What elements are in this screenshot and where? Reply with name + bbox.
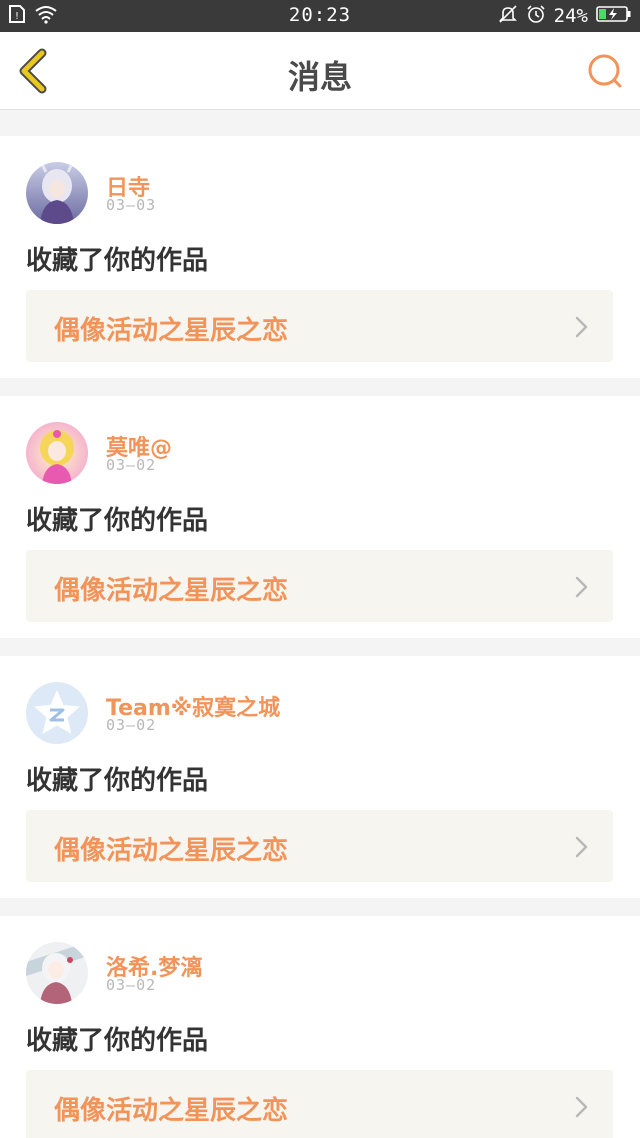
search-icon xyxy=(586,54,626,96)
work-link[interactable]: 偶像活动之星辰之恋 xyxy=(26,550,613,622)
message-action: 收藏了你的作品 xyxy=(26,506,209,536)
message-card: 莫唯@ 03—02 收藏了你的作品 偶像活动之星辰之恋 xyxy=(0,396,640,638)
message-action: 收藏了你的作品 xyxy=(26,246,209,276)
work-title: 偶像活动之星辰之恋 xyxy=(54,576,289,606)
work-title: 偶像活动之星辰之恋 xyxy=(54,1096,289,1126)
work-link[interactable]: 偶像活动之星辰之恋 xyxy=(26,1070,613,1138)
message-date: 03—02 xyxy=(106,976,157,994)
status-bar-right: 24% xyxy=(498,4,632,28)
page-title: 消息 xyxy=(287,58,352,96)
work-link[interactable]: 偶像活动之星辰之恋 xyxy=(26,810,613,882)
message-card: Team※寂寞之城 03—02 收藏了你的作品 偶像活动之星辰之恋 xyxy=(0,656,640,898)
message-list: 日寺 03—03 收藏了你的作品 偶像活动之星辰之恋 莫唯@ 03—02 收藏了… xyxy=(0,118,640,1138)
status-bar: ! 20:23 24% xyxy=(0,0,640,32)
message-card: 日寺 03—03 收藏了你的作品 偶像活动之星辰之恋 xyxy=(0,136,640,378)
mute-icon xyxy=(498,4,518,28)
message-action: 收藏了你的作品 xyxy=(26,1026,209,1056)
avatar[interactable] xyxy=(26,162,88,224)
avatar[interactable] xyxy=(26,682,88,744)
chevron-right-icon xyxy=(575,836,589,858)
chevron-right-icon xyxy=(575,1096,589,1118)
message-date: 03—02 xyxy=(106,716,157,734)
message-date: 03—02 xyxy=(106,456,157,474)
work-title: 偶像活动之星辰之恋 xyxy=(54,836,289,866)
chevron-right-icon xyxy=(575,576,589,598)
message-card: 洛希.梦漓 03—02 收藏了你的作品 偶像活动之星辰之恋 xyxy=(0,916,640,1138)
app-header: 消息 xyxy=(0,32,640,110)
chevron-right-icon xyxy=(575,316,589,338)
battery-percent: 24% xyxy=(553,5,588,27)
message-action: 收藏了你的作品 xyxy=(26,766,209,796)
battery-charging-icon xyxy=(596,4,632,28)
alarm-icon xyxy=(526,4,546,28)
search-button[interactable] xyxy=(586,52,626,92)
message-date: 03—03 xyxy=(106,196,157,214)
work-link[interactable]: 偶像活动之星辰之恋 xyxy=(26,290,613,362)
qq-star-icon xyxy=(26,682,88,744)
avatar[interactable] xyxy=(26,942,88,1004)
avatar[interactable] xyxy=(26,422,88,484)
work-title: 偶像活动之星辰之恋 xyxy=(54,316,289,346)
